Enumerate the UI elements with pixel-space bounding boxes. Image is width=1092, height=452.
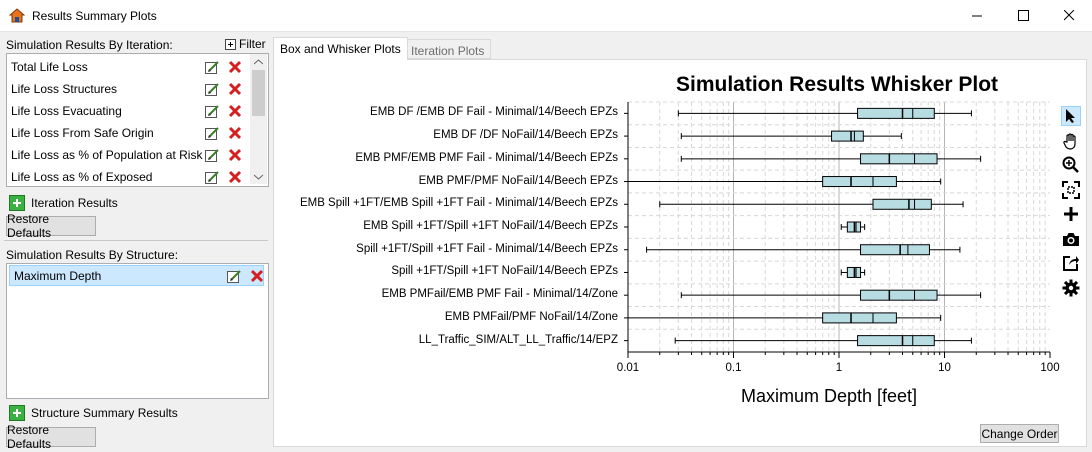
pan-hand-icon[interactable] <box>1061 131 1081 151</box>
box <box>872 198 932 210</box>
whisker-plot[interactable] <box>0 0 1092 452</box>
box <box>822 176 897 188</box>
crosshair-plus-icon[interactable] <box>1061 204 1081 224</box>
fit-extents-icon[interactable] <box>1061 180 1081 200</box>
box <box>860 153 938 165</box>
box <box>857 335 935 347</box>
box <box>822 312 897 324</box>
box <box>860 244 930 256</box>
tab-box-whisker[interactable]: Box and Whisker Plots <box>273 37 408 60</box>
x-tick-label: 100 <box>1040 362 1060 374</box>
box <box>831 130 864 142</box>
x-tick-label: 1 <box>835 362 843 374</box>
x-tick-label: 0.1 <box>725 362 742 374</box>
gear-icon[interactable] <box>1061 278 1081 298</box>
camera-icon[interactable] <box>1061 229 1081 249</box>
x-tick-label: 0.01 <box>616 362 640 374</box>
x-axis-label: Maximum Depth [feet] <box>741 386 918 406</box>
pointer-icon[interactable] <box>1061 106 1081 126</box>
zoom-in-icon[interactable] <box>1061 155 1081 175</box>
box <box>860 289 938 301</box>
change-order-button[interactable]: Change Order <box>980 424 1059 443</box>
export-icon[interactable] <box>1061 253 1081 273</box>
box <box>857 107 935 119</box>
x-tick-label: 10 <box>938 362 951 374</box>
